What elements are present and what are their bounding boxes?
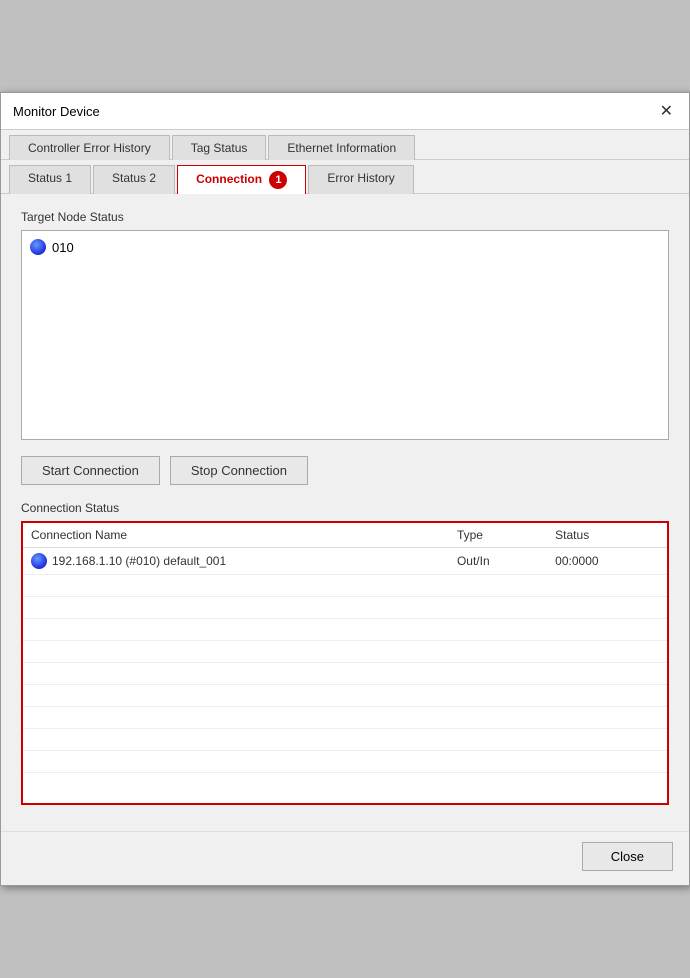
table-row[interactable]: 192.168.1.10 (#010) default_001 Out/In 0… (23, 548, 667, 575)
target-node-status-label: Target Node Status (21, 210, 669, 224)
tab-controller-error-history[interactable]: Controller Error History (9, 135, 170, 160)
table-row-empty (23, 729, 667, 751)
table-row-empty (23, 575, 667, 597)
tab-ethernet-information[interactable]: Ethernet Information (268, 135, 415, 160)
start-connection-button[interactable]: Start Connection (21, 456, 160, 485)
table-row-empty (23, 707, 667, 729)
tab-status1[interactable]: Status 1 (9, 165, 91, 194)
stop-connection-button[interactable]: Stop Connection (170, 456, 308, 485)
connection-status-label: Connection Status (21, 501, 669, 515)
target-node-status-box: 010 (21, 230, 669, 440)
row-connection-name: 192.168.1.10 (#010) default_001 (23, 548, 449, 575)
tab-tag-status[interactable]: Tag Status (172, 135, 267, 160)
node-status-icon (30, 239, 46, 255)
node-item: 010 (30, 239, 660, 255)
close-button[interactable]: Close (582, 842, 673, 871)
tab-connection[interactable]: Connection 1 (177, 165, 306, 194)
table-row-empty (23, 663, 667, 685)
col-connection-name: Connection Name (23, 523, 449, 548)
monitor-device-window: Monitor Device ✕ Controller Error Histor… (0, 92, 690, 886)
name-cell: 192.168.1.10 (#010) default_001 (31, 553, 441, 569)
connection-badge: 1 (269, 171, 287, 189)
table-row-empty (23, 685, 667, 707)
table-row-empty (23, 597, 667, 619)
lower-tab-row: Status 1 Status 2 Connection 1 Error His… (1, 160, 689, 194)
footer: Close (1, 831, 689, 885)
connection-buttons: Start Connection Stop Connection (21, 456, 669, 485)
main-content: Target Node Status 010 Start Connection … (1, 194, 689, 821)
connection-status-icon (31, 553, 47, 569)
connection-table-wrap: Connection Name Type Status 192.168.1.10… (23, 523, 667, 803)
connection-table: Connection Name Type Status 192.168.1.10… (23, 523, 667, 773)
upper-tab-row: Controller Error History Tag Status Ethe… (1, 130, 689, 160)
table-row-empty (23, 619, 667, 641)
row-status: 00:0000 (547, 548, 667, 575)
window-close-button[interactable]: ✕ (656, 101, 677, 121)
connection-status-box: Connection Name Type Status 192.168.1.10… (21, 521, 669, 805)
node-label: 010 (52, 240, 74, 255)
table-row-empty (23, 641, 667, 663)
table-header-row: Connection Name Type Status (23, 523, 667, 548)
tab-status2[interactable]: Status 2 (93, 165, 175, 194)
tab-error-history[interactable]: Error History (308, 165, 413, 194)
col-type: Type (449, 523, 547, 548)
row-type: Out/In (449, 548, 547, 575)
table-row-empty (23, 751, 667, 773)
window-title: Monitor Device (13, 104, 100, 119)
col-status: Status (547, 523, 667, 548)
title-bar: Monitor Device ✕ (1, 93, 689, 130)
